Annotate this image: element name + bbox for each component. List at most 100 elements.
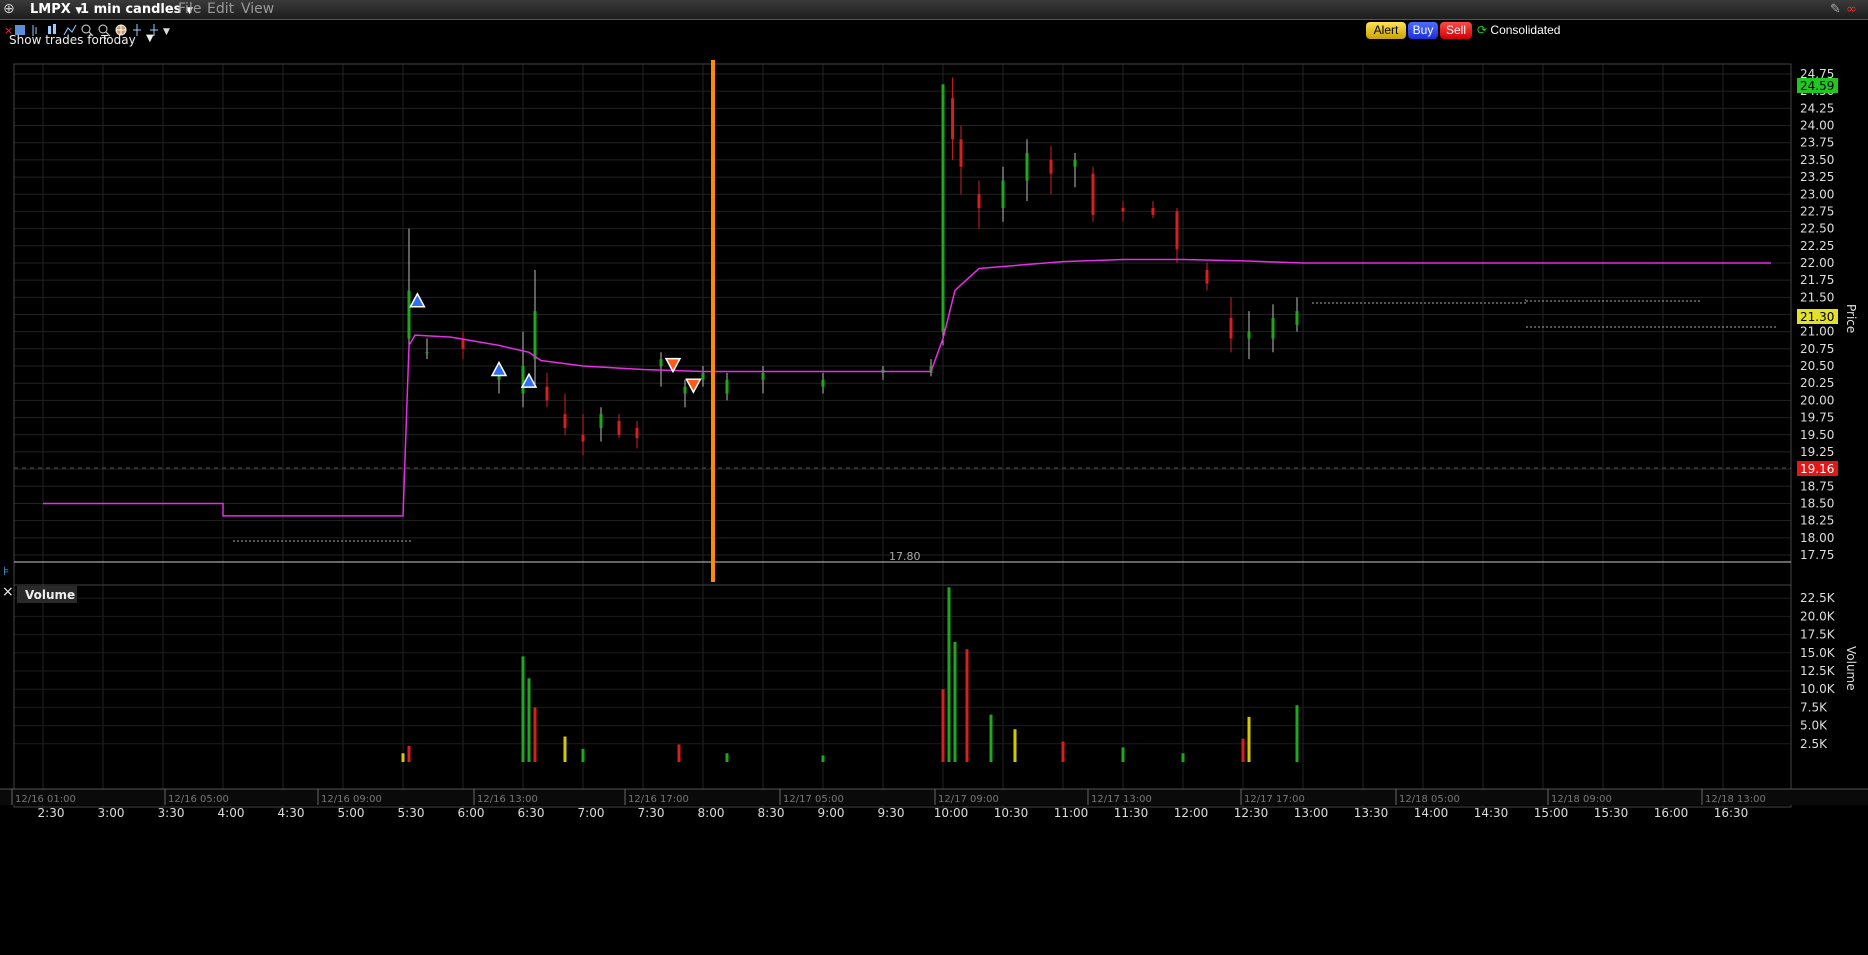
volume-tick-label: 17.5K xyxy=(1800,628,1836,642)
volume-bar xyxy=(563,736,567,762)
quote-lines xyxy=(233,299,1777,542)
candle-body xyxy=(1247,331,1251,339)
volume-title: Volume xyxy=(25,588,75,602)
time-tick-label: 3:30 xyxy=(158,806,185,820)
date-tick-label: 12/18 05:00 xyxy=(1399,794,1460,805)
price-tick-label: 21.50 xyxy=(1800,290,1834,304)
volume-bar xyxy=(965,649,969,762)
volume-tick-label: 7.5K xyxy=(1800,700,1828,714)
candle-body xyxy=(563,414,567,428)
price-tick-label: 19.25 xyxy=(1800,445,1834,459)
time-tick-label: 15:30 xyxy=(1594,806,1629,820)
price-tick-label: 23.25 xyxy=(1800,170,1834,184)
refresh-icon: ⟳ xyxy=(1477,23,1488,37)
candle-body xyxy=(977,194,981,208)
volume-tick-label: 22.5K xyxy=(1800,591,1836,605)
volume-bar xyxy=(1121,747,1125,762)
volume-bar xyxy=(821,755,825,762)
bid-ask-text: 21.30 xyxy=(1800,310,1834,324)
close-volume-icon[interactable]: × xyxy=(2,584,14,600)
volume-tick-label: 15.0K xyxy=(1800,646,1836,660)
price-tick-label: 23.50 xyxy=(1800,153,1834,167)
candle-body xyxy=(821,379,825,387)
buy-button[interactable]: Buy xyxy=(1408,22,1438,39)
candle-body xyxy=(1229,317,1233,339)
volume-bar xyxy=(725,753,729,762)
candle-body xyxy=(1025,153,1029,181)
time-tick-label: 11:30 xyxy=(1114,806,1149,820)
time-tick-label: 3:00 xyxy=(98,806,125,820)
title-bar: ⊕ LMPX ▼ 1 min candles ▼ File Edit View … xyxy=(0,0,1868,20)
volume-bar xyxy=(1241,738,1245,762)
price-tick-label: 18.75 xyxy=(1800,479,1834,493)
price-volume-chart[interactable]: 17.80 24.7524.5024.2524.0023.7523.5023.2… xyxy=(0,60,1868,955)
chevron-down-icon[interactable]: ▼ xyxy=(163,27,170,37)
volume-bar xyxy=(581,748,585,762)
volume-bar xyxy=(1013,729,1017,762)
price-tick-label: 19.50 xyxy=(1800,428,1834,442)
candle-body xyxy=(425,352,429,354)
link-icon[interactable]: ∞ xyxy=(1846,2,1857,17)
time-tick-label: 10:00 xyxy=(934,806,969,820)
time-axis: 2:30 3:00 3:30 4:00 4:30 5:00 5:30 6:00 6:30 7:00… xyxy=(38,806,1749,820)
volume-tick-label: 20.0K xyxy=(1800,609,1836,623)
price-tick-label: 22.75 xyxy=(1800,204,1834,218)
consolidated-toggle[interactable]: ⟳ Consolidated xyxy=(1477,22,1563,39)
candle-body xyxy=(1121,207,1125,212)
chevron-down-icon[interactable]: ▼ xyxy=(146,33,154,44)
date-tick-label: 12/16 09:00 xyxy=(321,794,382,805)
price-tick-label: 24.25 xyxy=(1800,101,1834,115)
candle-body xyxy=(1205,269,1209,284)
volume-bar xyxy=(407,745,411,762)
pin-icon[interactable]: ✎ xyxy=(1830,2,1841,17)
time-tick-label: 5:00 xyxy=(338,806,365,820)
price-tick-label: 21.00 xyxy=(1800,325,1834,339)
volume-bar xyxy=(1061,741,1065,762)
time-tick-label: 9:30 xyxy=(878,806,905,820)
date-tick-label: 12/17 17:00 xyxy=(1244,794,1305,805)
price-tick-label: 19.75 xyxy=(1800,411,1834,425)
volume-tick-label: 12.5K xyxy=(1800,664,1836,678)
alert-button[interactable]: Alert xyxy=(1366,22,1406,39)
time-tick-label: 6:00 xyxy=(458,806,485,820)
date-tick-label: 12/16 01:00 xyxy=(15,794,76,805)
candle-body xyxy=(533,311,537,360)
window-menu-icon[interactable]: ⊕ xyxy=(3,1,15,17)
volume-panel-frame xyxy=(13,584,1792,808)
symbol-label: LMPX xyxy=(30,2,71,17)
candle-body xyxy=(581,434,585,442)
candle-body xyxy=(1049,159,1053,174)
volume-tick-label: 2.5K xyxy=(1800,737,1828,751)
time-tick-label: 14:30 xyxy=(1474,806,1509,820)
menu-file[interactable]: File xyxy=(178,1,201,17)
sell-button[interactable]: Sell xyxy=(1440,22,1472,39)
price-tick-label: 23.75 xyxy=(1800,136,1834,150)
show-trades-label: Show trades for: xyxy=(9,33,108,47)
candle-body xyxy=(1091,173,1095,215)
interval-dropdown[interactable]: 1 min candles ▼ xyxy=(80,2,193,17)
date-tick-label: 12/16 13:00 xyxy=(477,794,538,805)
candle-body xyxy=(599,414,603,428)
date-tick-label: 12/18 09:00 xyxy=(1551,794,1612,805)
volume-bar xyxy=(533,707,537,762)
menu-view[interactable]: View xyxy=(241,1,274,17)
time-tick-label: 5:30 xyxy=(398,806,425,820)
symbol-dropdown[interactable]: LMPX ▼ xyxy=(30,2,82,17)
price-tick-label: 21.75 xyxy=(1800,273,1834,287)
drag-handle-icon[interactable]: ⊧ xyxy=(3,564,9,578)
volume-grid xyxy=(14,597,1791,745)
candles xyxy=(407,77,1299,456)
time-tick-label: 14:00 xyxy=(1414,806,1449,820)
price-tick-label: 18.25 xyxy=(1800,514,1834,528)
menu-edit[interactable]: Edit xyxy=(207,1,234,17)
price-tick-label: 18.00 xyxy=(1800,531,1834,545)
date-tick-label: 12/16 05:00 xyxy=(168,794,229,805)
candle-body xyxy=(635,427,639,439)
time-tick-label: 8:00 xyxy=(698,806,725,820)
candle-body xyxy=(683,386,687,394)
volume-tick-label: 5.0K xyxy=(1800,719,1828,733)
show-trades-value[interactable]: Today xyxy=(101,33,136,47)
time-tick-label: 8:30 xyxy=(758,806,785,820)
candle-body xyxy=(407,290,411,339)
volume-bar xyxy=(521,656,525,762)
